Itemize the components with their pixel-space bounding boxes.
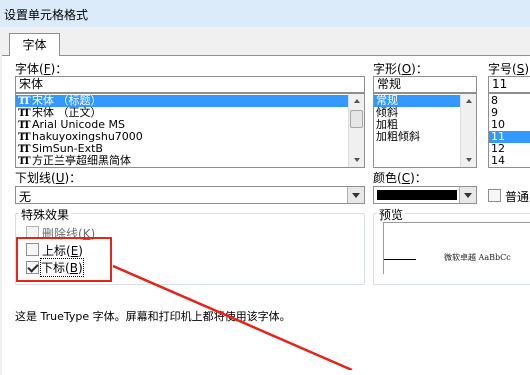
style-input[interactable]: 常规 [373, 76, 477, 93]
color-swatch [377, 190, 457, 200]
scroll-thumb[interactable] [350, 110, 363, 128]
size-label: 字号(S)： [488, 62, 530, 76]
scroll-up-icon[interactable] [461, 94, 476, 108]
style-list[interactable]: 常规 倾斜 加粗 加粗倾斜 [373, 93, 477, 168]
style-label: 字形(O)： [373, 62, 428, 76]
style-list-scrollbar[interactable] [460, 94, 476, 167]
font-list-item[interactable]: TT 方正兰亭超细黑简体 [16, 155, 364, 168]
tab-font[interactable]: 字体 [9, 33, 60, 56]
size-input[interactable]: 11 [488, 76, 530, 93]
font-label: 字体(F)： [15, 62, 68, 76]
scroll-down-icon[interactable] [349, 153, 364, 167]
title-bar: 设置单元格格式 [0, 0, 530, 27]
scroll-up-icon[interactable] [349, 94, 364, 108]
font-list[interactable]: TT 宋体 （标题） TT 宋体 （正文） TT Arial Unicode MS T… [15, 93, 365, 168]
preview-baseline-line [384, 259, 416, 260]
truetype-icon: TT [18, 156, 31, 167]
font-input[interactable]: 宋体 [15, 76, 365, 93]
preview-sample: 微软卓越 AaBbCc [444, 253, 511, 262]
font-list-scrollbar[interactable] [348, 94, 364, 167]
underline-label: 下划线(U)： [15, 171, 82, 185]
color-label: 颜色(C)： [373, 171, 427, 185]
tab-strip [0, 27, 530, 57]
effects-title: 特殊效果 [19, 206, 72, 223]
size-list[interactable]: 8 9 10 11 12 14 [488, 93, 530, 168]
chevron-down-icon[interactable] [459, 187, 476, 203]
normal-font-label: 普通字 [505, 190, 530, 204]
underline-select-value: 无 [19, 190, 32, 204]
size-list-item[interactable]: 14 [489, 155, 530, 167]
color-select[interactable] [373, 186, 477, 204]
normal-font-checkbox[interactable] [488, 189, 501, 202]
preview-box: 微软卓越 AaBbCc [383, 222, 530, 274]
preview-title: 预览 [377, 206, 406, 223]
annotation-highlight-box [16, 237, 112, 282]
chevron-down-icon[interactable] [347, 187, 364, 203]
window-title: 设置单元格格式 [4, 8, 89, 22]
scroll-down-icon[interactable] [461, 153, 476, 167]
footer-note: 这是 TrueType 字体。屏幕和打印机上都将使用该字体。 [15, 310, 291, 323]
underline-select[interactable]: 无 [15, 186, 365, 204]
